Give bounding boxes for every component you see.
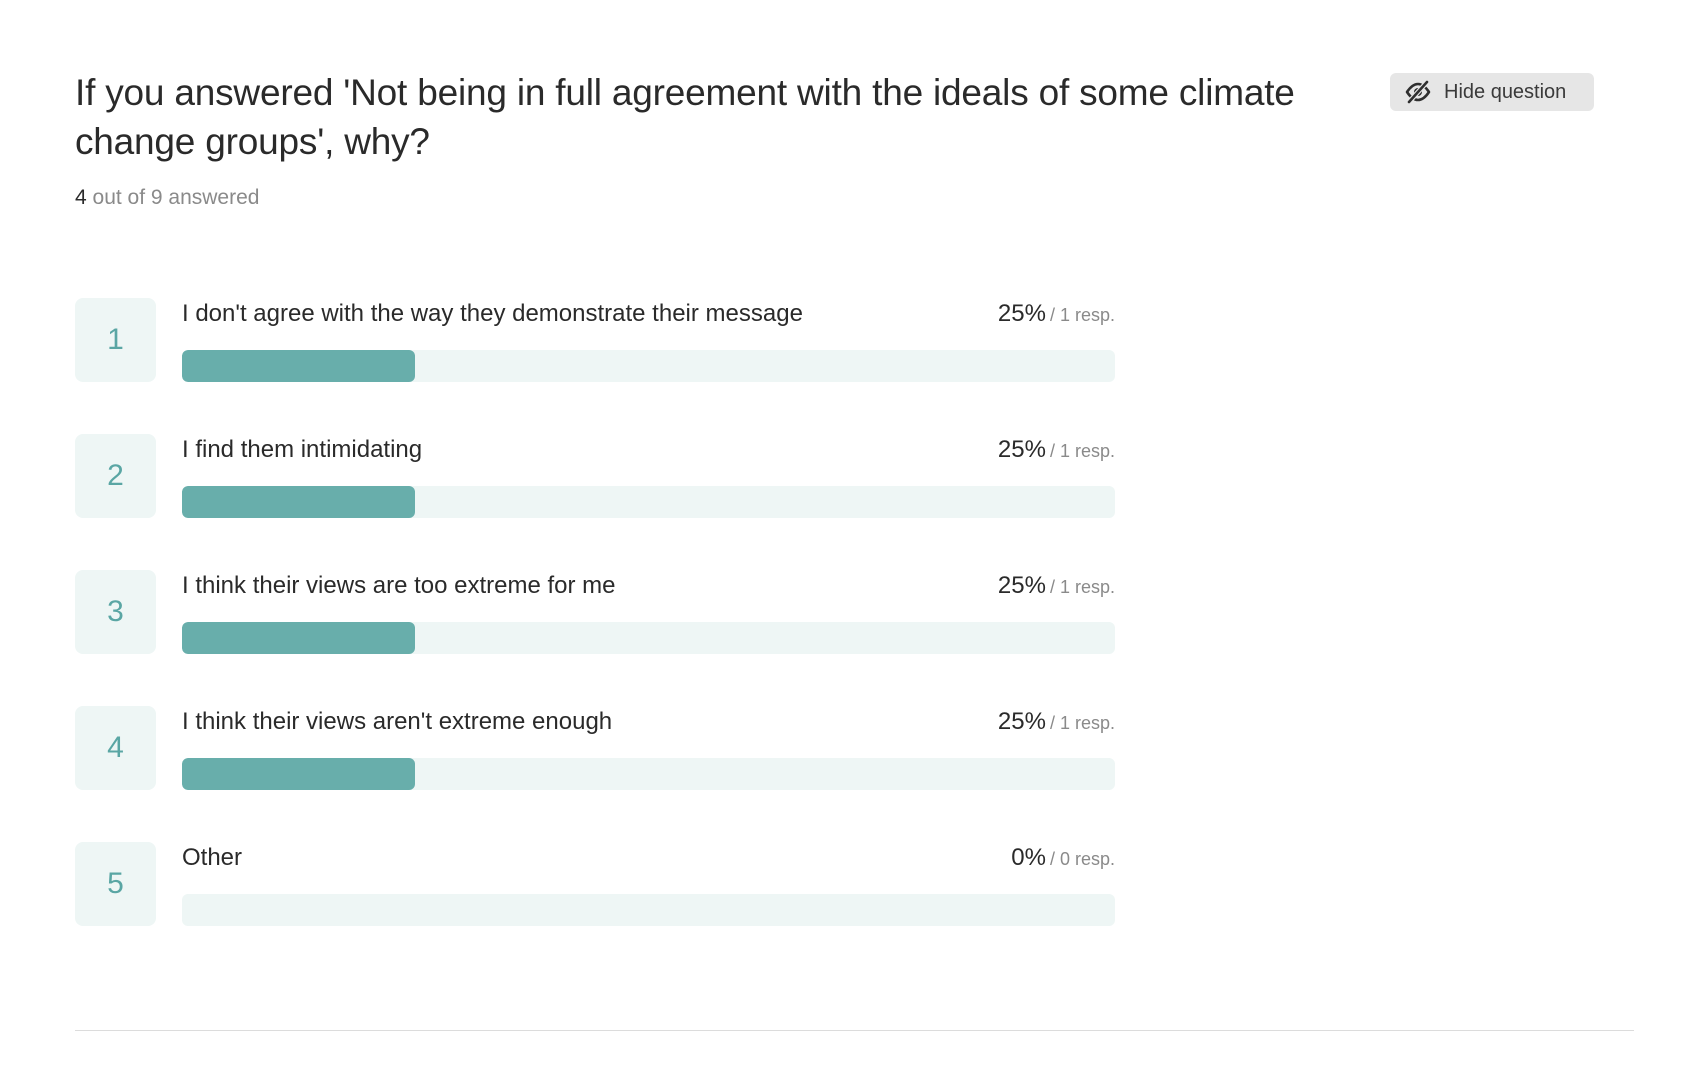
option-percent: 25%	[997, 708, 1046, 735]
option-bar-track	[182, 758, 1115, 790]
option-percent: 0%	[1011, 844, 1046, 871]
option-number: 1	[75, 298, 156, 382]
answered-total: out of 9 answered	[86, 186, 260, 209]
answered-summary: 4 out of 9 answered	[75, 186, 1325, 210]
option-bar-fill	[182, 622, 416, 654]
option-stat: 25%/ 1 resp.	[998, 436, 1115, 464]
eye-slash-icon	[1404, 78, 1432, 106]
option-label: I think their views are too extreme for …	[182, 572, 616, 599]
option-label: I find them intimidating	[182, 436, 423, 463]
option-percent: 25%	[997, 300, 1046, 327]
option-responses: / 1 resp.	[1049, 577, 1115, 597]
answer-option: 2 I find them intimidating 25%/ 1 resp.	[75, 434, 1115, 518]
option-bar-fill	[182, 350, 416, 382]
option-number: 3	[75, 570, 156, 654]
option-label: I don't agree with the way they demonstr…	[182, 300, 803, 327]
answer-option: 4 I think their views aren't extreme eno…	[75, 706, 1115, 790]
hide-question-button[interactable]: Hide question	[1390, 73, 1594, 111]
option-responses: / 0 resp.	[1049, 849, 1115, 869]
question-header: If you answered 'Not being in full agree…	[75, 68, 1325, 210]
option-number: 4	[75, 706, 156, 790]
option-responses: / 1 resp.	[1049, 441, 1115, 461]
option-number: 5	[75, 842, 156, 926]
option-stat: 0%/ 0 resp.	[1011, 844, 1115, 872]
answer-option: 5 Other 0%/ 0 resp.	[75, 842, 1115, 926]
question-title: If you answered 'Not being in full agree…	[75, 72, 1295, 162]
option-responses: / 1 resp.	[1049, 305, 1115, 325]
answered-count: 4	[75, 186, 87, 209]
option-label: Other	[182, 844, 243, 871]
option-bar-fill	[182, 758, 416, 790]
answer-option: 3 I think their views are too extreme fo…	[75, 570, 1115, 654]
option-stat: 25%/ 1 resp.	[998, 300, 1115, 328]
section-divider	[75, 1030, 1634, 1031]
option-stat: 25%/ 1 resp.	[998, 572, 1115, 600]
option-responses: / 1 resp.	[1049, 713, 1115, 733]
option-label: I think their views aren't extreme enoug…	[182, 708, 613, 735]
option-stat: 25%/ 1 resp.	[998, 708, 1115, 736]
answer-option: 1 I don't agree with the way they demons…	[75, 298, 1115, 382]
hide-question-label: Hide question	[1444, 80, 1567, 103]
option-bar-fill	[182, 486, 416, 518]
option-bar-track	[182, 894, 1115, 926]
option-number: 2	[75, 434, 156, 518]
option-bar-track	[182, 350, 1115, 382]
option-percent: 25%	[997, 572, 1046, 599]
option-percent: 25%	[997, 436, 1046, 463]
option-bar-track	[182, 622, 1115, 654]
option-bar-track	[182, 486, 1115, 518]
